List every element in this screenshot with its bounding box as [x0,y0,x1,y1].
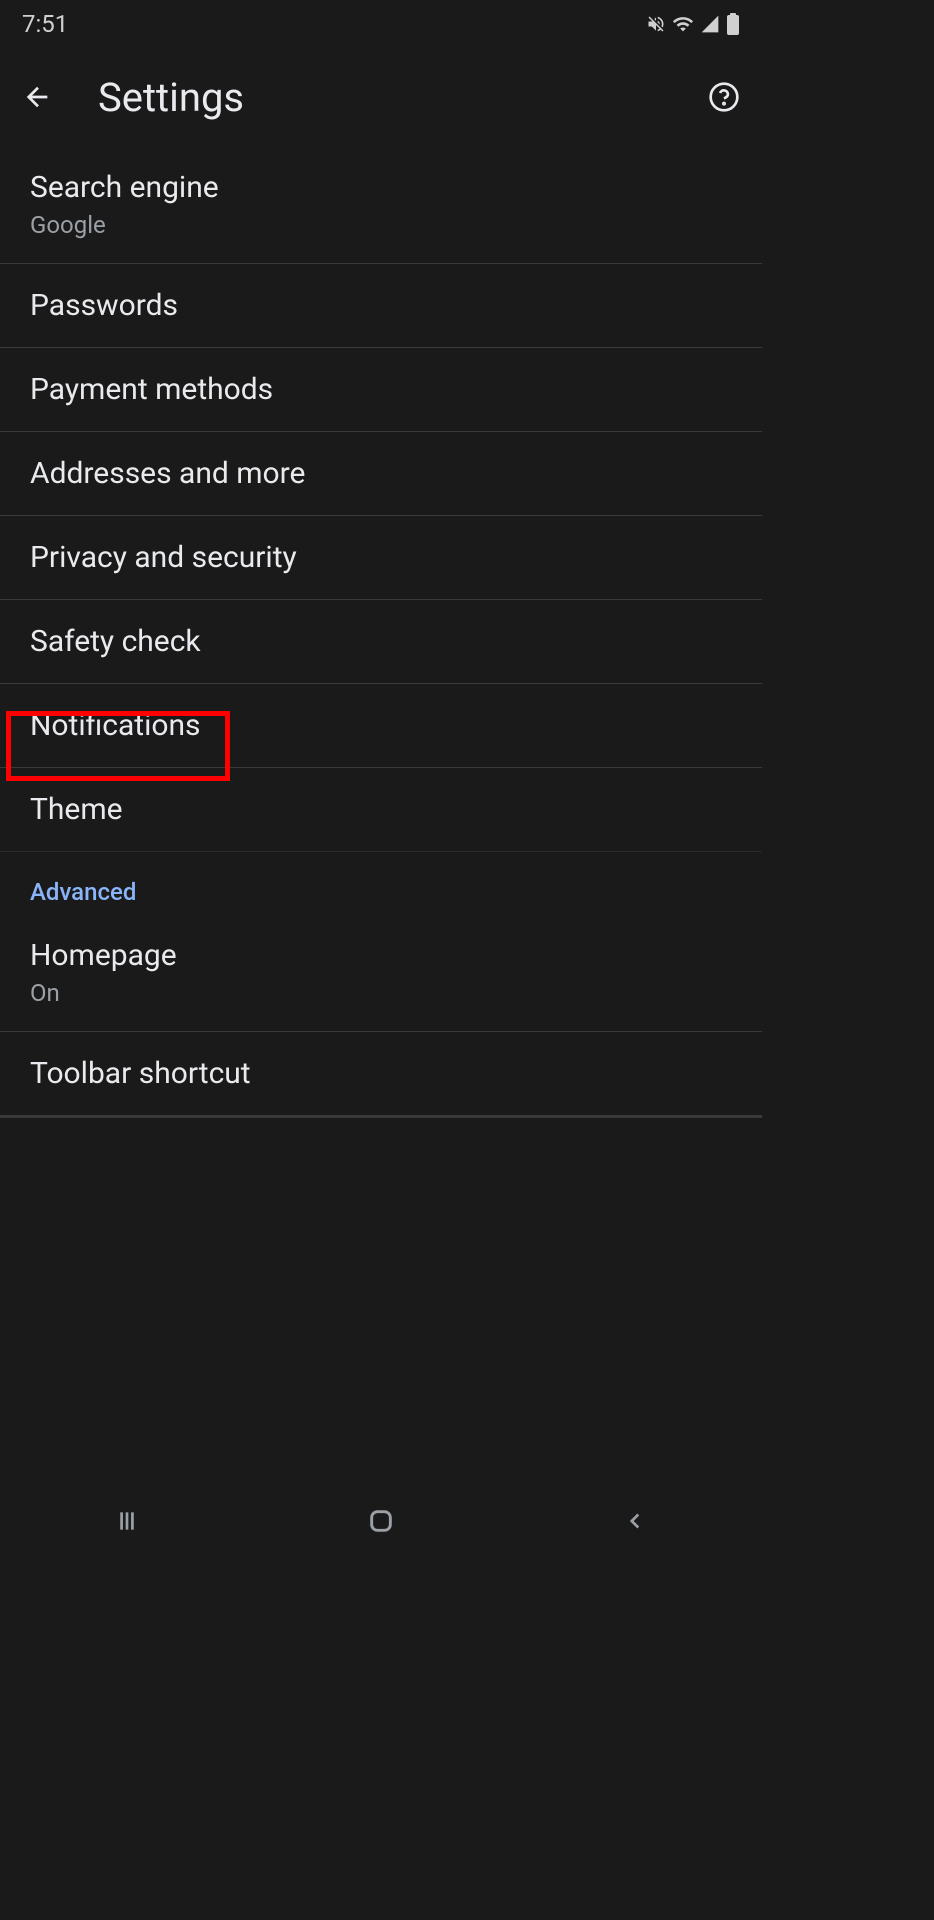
setting-subtitle: On [30,979,732,1007]
back-button[interactable] [18,77,58,117]
setting-toolbar-shortcut[interactable]: Toolbar shortcut [0,1032,762,1118]
setting-title: Theme [30,792,732,827]
settings-list: Search engine Google Passwords Payment m… [0,146,762,1118]
mute-icon [646,14,666,34]
home-button[interactable] [331,1496,431,1546]
status-time: 7:51 [22,10,68,38]
setting-passwords[interactable]: Passwords [0,264,762,348]
setting-title: Passwords [30,288,732,323]
status-bar: 7:51 [0,0,762,48]
status-icons [646,13,740,35]
setting-title: Search engine [30,170,732,205]
nav-back-button[interactable] [585,1496,685,1546]
setting-safety-check[interactable]: Safety check [0,600,762,684]
section-header-advanced: Advanced [0,852,762,914]
recents-button[interactable] [77,1496,177,1546]
setting-title: Homepage [30,938,732,973]
setting-addresses[interactable]: Addresses and more [0,432,762,516]
wifi-icon [672,13,694,35]
setting-notifications[interactable]: Notifications [0,684,762,768]
setting-title: Toolbar shortcut [30,1056,732,1091]
setting-theme[interactable]: Theme [0,768,762,852]
setting-privacy[interactable]: Privacy and security [0,516,762,600]
setting-title: Privacy and security [30,540,732,575]
setting-title: Payment methods [30,372,732,407]
page-title: Settings [98,74,664,121]
signal-icon [700,14,720,34]
setting-homepage[interactable]: Homepage On [0,914,762,1032]
setting-title: Notifications [30,708,732,743]
app-header: Settings [0,48,762,146]
setting-search-engine[interactable]: Search engine Google [0,146,762,264]
setting-title: Addresses and more [30,456,732,491]
setting-payment-methods[interactable]: Payment methods [0,348,762,432]
setting-title: Safety check [30,624,732,659]
setting-subtitle: Google [30,211,732,239]
battery-icon [726,13,740,35]
system-nav-bar [0,1476,762,1566]
help-button[interactable] [704,77,744,117]
